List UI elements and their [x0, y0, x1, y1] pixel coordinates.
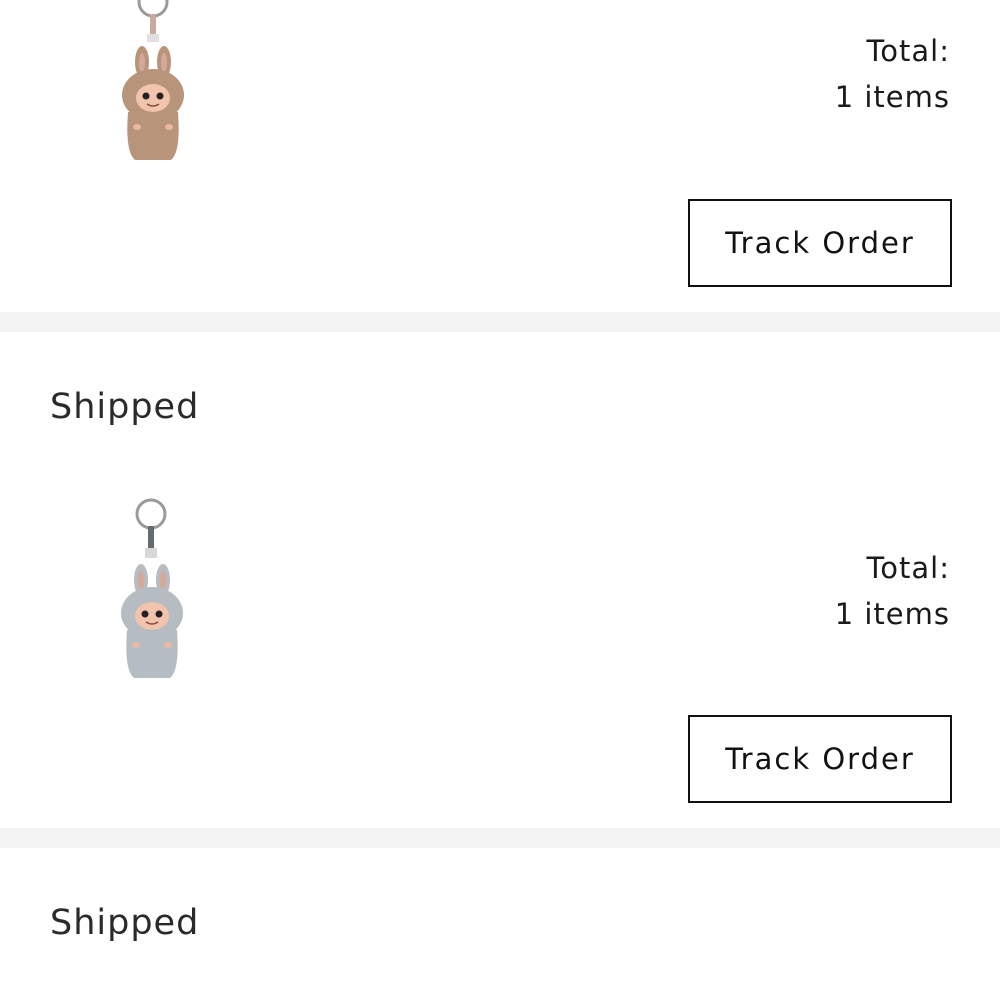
order-card: Shipped: [0, 848, 1000, 1000]
product-image-brown-plush[interactable]: [95, 0, 215, 162]
track-order-button[interactable]: Track Order: [688, 715, 952, 803]
order-total: Total: 1 items: [835, 28, 950, 120]
order-total: Total: 1 items: [835, 545, 950, 637]
order-divider: [0, 312, 1000, 332]
keyring-icon: [137, 0, 169, 18]
items-count: 1 items: [834, 597, 950, 631]
order-status: Shipped: [50, 903, 200, 943]
track-order-button[interactable]: Track Order: [688, 199, 952, 287]
product-image-gray-plush[interactable]: [95, 496, 215, 696]
orders-page: Total: 1 items Track Order Shipped Total…: [0, 0, 1000, 1000]
total-label: Total:: [866, 551, 950, 585]
items-count: 1 items: [834, 80, 950, 114]
order-card: Total: 1 items Track Order: [0, 0, 1000, 312]
order-status: Shipped: [50, 387, 200, 427]
total-label: Total:: [866, 34, 950, 68]
keyring-icon: [135, 498, 167, 530]
order-card: Shipped Total: 1 items Track Order: [0, 332, 1000, 828]
order-divider: [0, 828, 1000, 848]
